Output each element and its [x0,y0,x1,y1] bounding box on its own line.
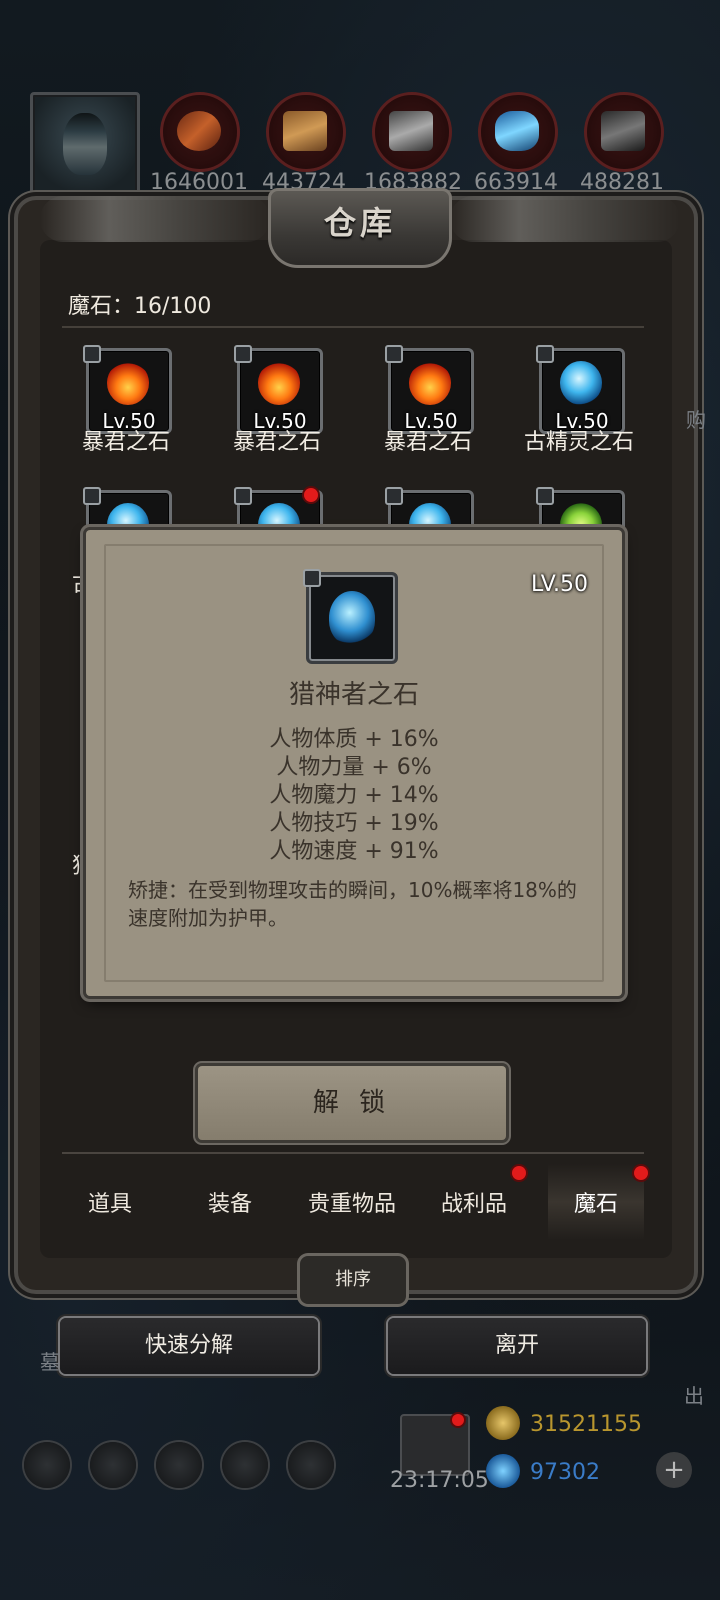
stat-line: 人物技巧 + 19% [269,811,439,836]
frame-ornament-left [40,196,270,242]
stat-line: 人物魔力 + 14% [269,783,439,808]
inventory-slot-3[interactable]: Lv.50 [385,345,474,434]
popup-item-icon [303,569,398,664]
slot-name-1: 暴君之石 [81,430,170,455]
side-text-right-bottom: 出 [684,1384,704,1408]
resource-count-1: 1646001 [150,170,248,195]
skills-icon[interactable] [90,1442,136,1488]
tab-loot-dot [512,1166,526,1180]
unlock-button[interactable]: 解 锁 [198,1066,506,1140]
slot-name-3: 暴君之石 [383,430,472,455]
popup-level: LV.50 [530,572,588,597]
fire-stone-icon [107,361,149,405]
tabs-divider [62,1152,644,1154]
tab-items[interactable]: 道具 [50,1186,170,1218]
lock-icon [83,345,101,363]
lock-icon [234,345,252,363]
side-text-right: 购 [686,408,706,432]
item-detail-popup[interactable]: LV.50 猎神者之石 人物体质 + 16% 人物力量 + 6% 人物魔力 + … [86,530,622,996]
hunter-stone-icon [329,591,375,645]
mail-icon[interactable] [222,1442,268,1488]
fire-stone-icon [409,361,451,405]
settings-icon[interactable] [24,1442,70,1488]
capacity-label: 魔石：16/100 [68,294,212,319]
leave-button[interactable]: 离开 [388,1318,646,1374]
gold-amount: 31521155 [530,1412,642,1437]
stat-line: 人物体质 + 16% [269,727,439,752]
resource-wood-icon[interactable] [266,92,346,172]
inventory-slot-1[interactable]: Lv.50 [83,345,172,434]
tab-loot[interactable]: 战利品 [414,1186,534,1218]
page-title: 仓库 [323,204,396,242]
slot-name-4: 古精灵之石 [523,430,634,455]
resource-crystal-icon[interactable] [478,92,558,172]
resource-count-4: 663914 [474,170,558,195]
quick-decompose-button[interactable]: 快速分解 [60,1318,318,1374]
gem-icon [486,1454,520,1488]
inventory-slot-2[interactable]: Lv.50 [234,345,323,434]
player-avatar[interactable] [30,92,140,202]
map-icon[interactable] [156,1442,202,1488]
lock-icon [83,487,101,505]
lock-icon [385,487,403,505]
ice-stone-icon [560,361,602,405]
popup-item-name: 猎神者之石 [288,680,419,710]
gem-amount: 97302 [530,1460,600,1485]
lock-icon [536,487,554,505]
add-currency-icon[interactable]: + [656,1452,692,1488]
lock-icon [536,345,554,363]
slot-name-2: 暴君之石 [232,430,321,455]
avatar-portrait [63,113,107,175]
tab-magic-stone[interactable]: 魔石 [536,1186,656,1218]
resource-stone-icon[interactable] [584,92,664,172]
fire-stone-icon [258,361,300,405]
header-divider [62,326,644,328]
tab-magic-stone-dot [634,1166,648,1180]
popup-description: 矫捷：在受到物理攻击的瞬间，10%概率将18%的速度附加为护甲。 [128,878,577,930]
tab-equipment[interactable]: 装备 [170,1186,290,1218]
gold-coin-icon [486,1406,520,1440]
sort-button[interactable]: 排序 [300,1256,406,1304]
popup-stats: 人物体质 + 16% 人物力量 + 6% 人物魔力 + 14% 人物技巧 + 1… [86,726,622,866]
stat-line: 人物速度 + 91% [269,839,439,864]
lock-icon [385,345,403,363]
stat-line: 人物力量 + 6% [276,755,432,780]
frame-ornament-right [450,196,680,242]
resource-count-5: 488281 [580,170,664,195]
side-text-left: 墓 [40,1350,60,1374]
guild-icon[interactable] [288,1442,334,1488]
gift-dot [452,1414,464,1426]
resource-iron-icon[interactable] [372,92,452,172]
game-clock: 23:17:05 [390,1468,489,1493]
tab-valuables[interactable]: 贵重物品 [292,1186,412,1218]
lock-icon [234,487,252,505]
inventory-slot-4[interactable]: Lv.50 [536,345,625,434]
lock-icon [303,569,321,587]
resource-leather-icon[interactable] [160,92,240,172]
new-item-dot [304,488,318,502]
